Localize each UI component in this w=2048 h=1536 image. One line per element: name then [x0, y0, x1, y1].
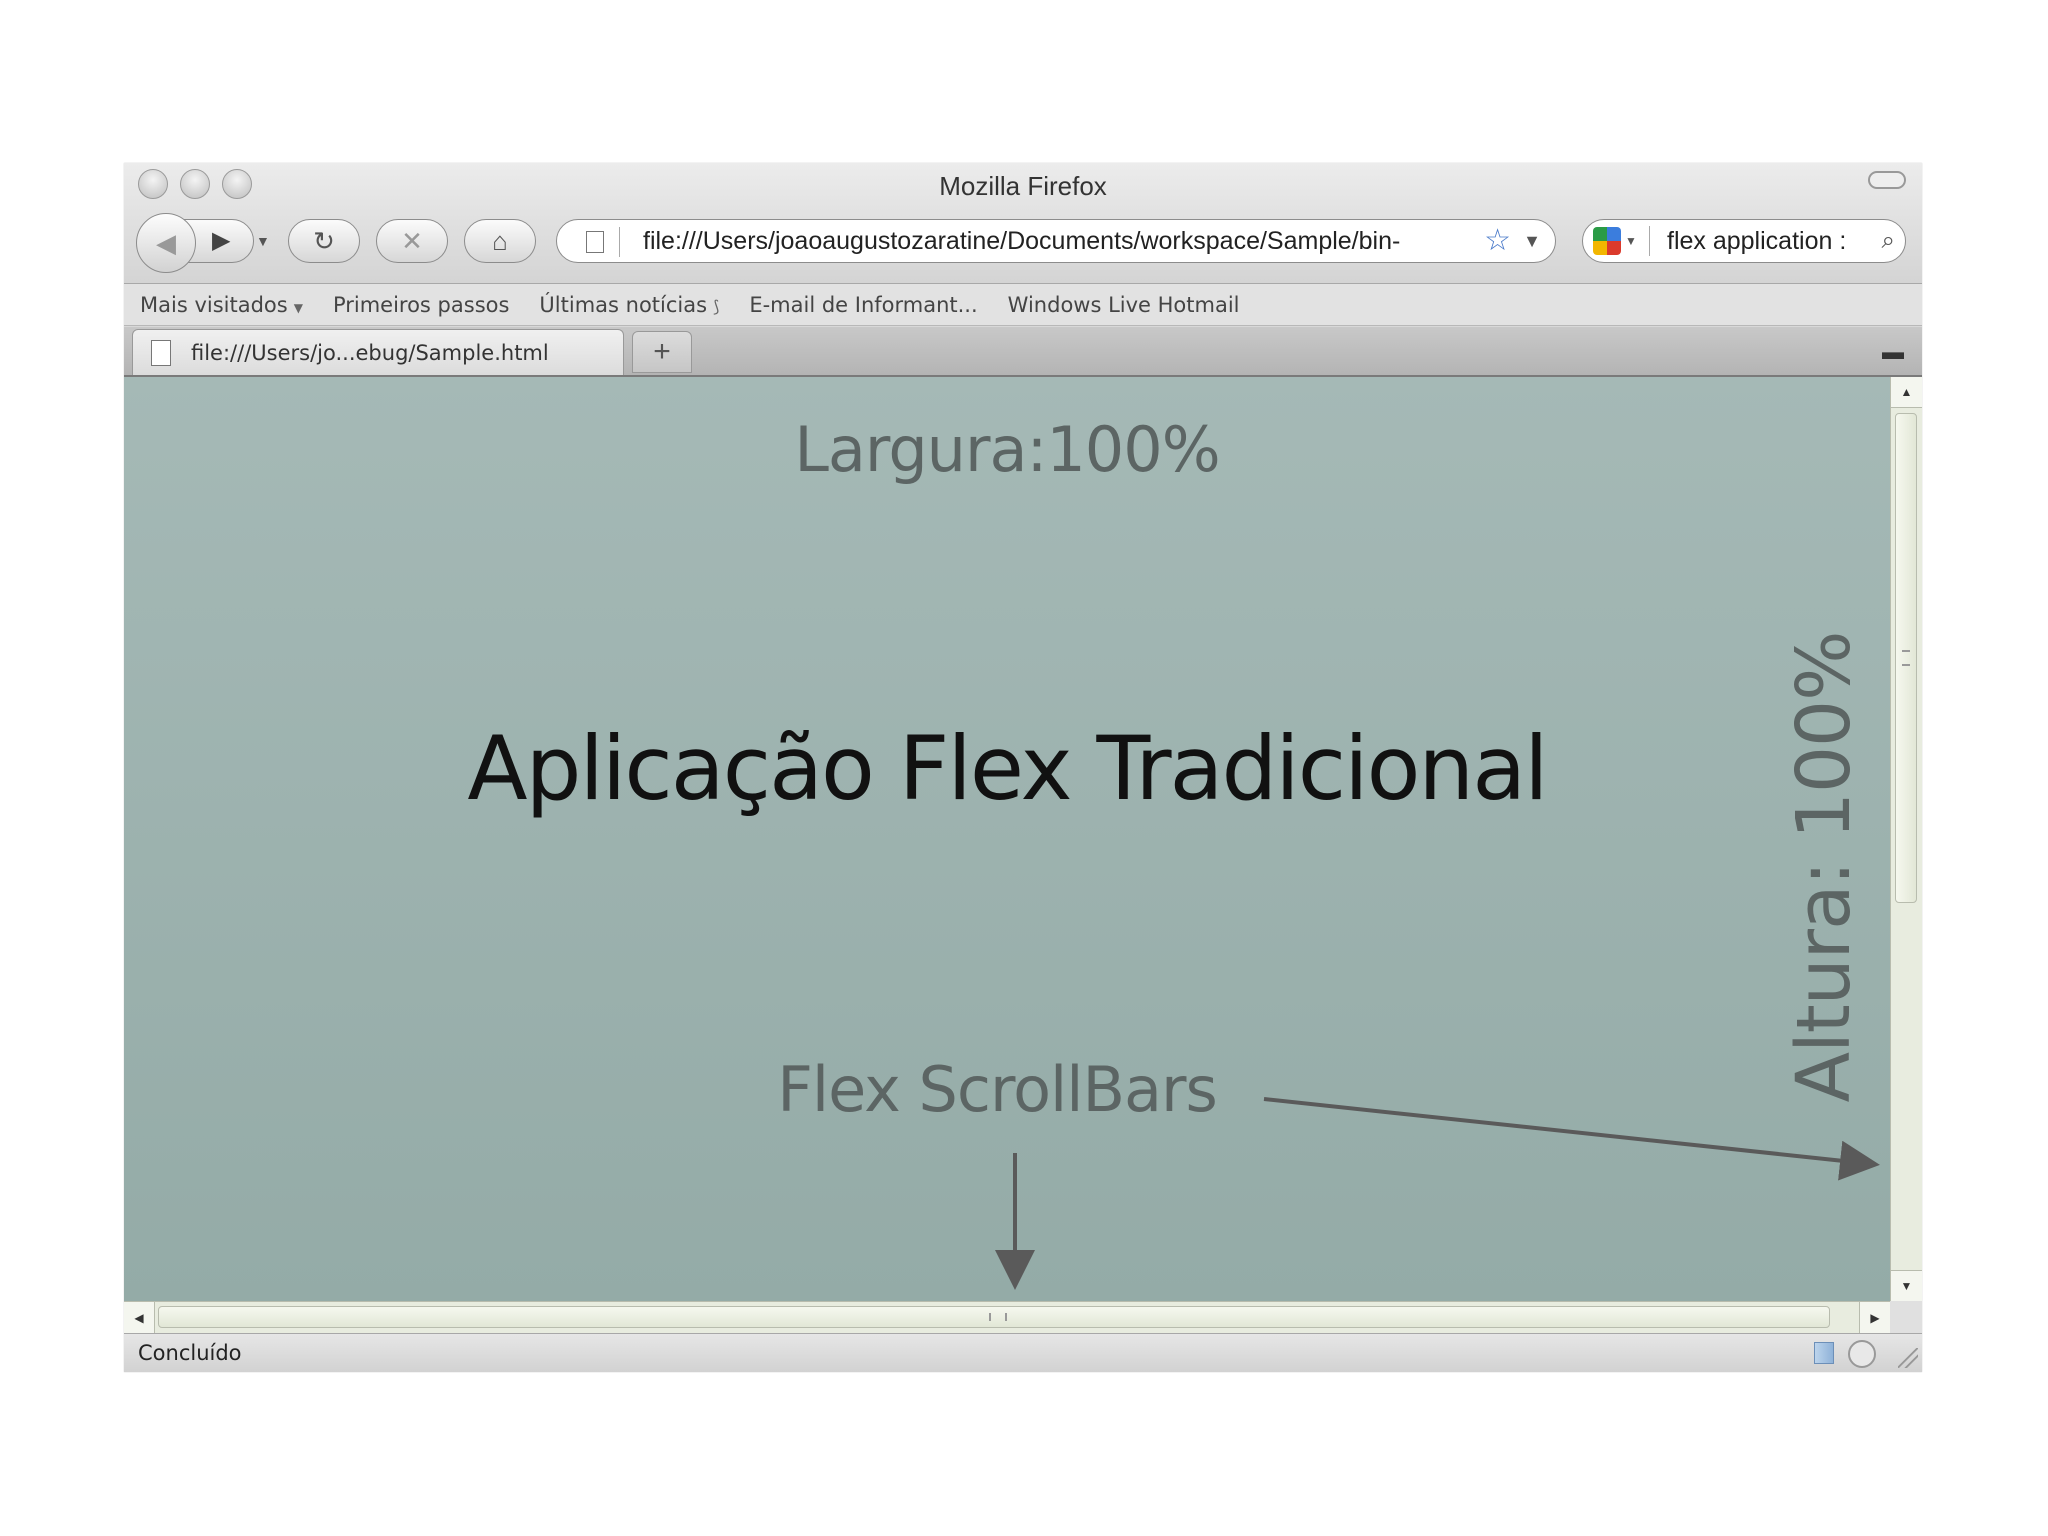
url-history-dropdown-icon[interactable]: ▼ [1523, 220, 1541, 262]
flex-application-area: Largura:100% Aplicação Flex Tradicional … [124, 377, 1890, 1301]
rss-feed-icon: ⟆ [713, 296, 720, 316]
scrollbars-label: Flex ScrollBars [777, 1053, 1218, 1126]
plus-icon: + [653, 335, 671, 368]
forward-button[interactable]: ▶ [212, 219, 230, 263]
bookmark-mais-visitados[interactable]: Mais visitados ▼ [140, 293, 303, 317]
home-button[interactable]: ⌂ [464, 219, 536, 263]
tab-label: file:///Users/jo...ebug/Sample.html [191, 340, 549, 365]
back-button[interactable]: ◀ [136, 213, 196, 273]
vertical-scrollbar[interactable]: ▲ ▼ [1890, 377, 1922, 1301]
bookmark-ultimas-noticias[interactable]: Últimas notícias ⟆ [539, 293, 719, 317]
engine-dropdown-icon: ▼ [1625, 234, 1637, 248]
reload-button[interactable]: ↻ [288, 219, 360, 263]
vertical-scroll-thumb[interactable] [1895, 413, 1917, 903]
scroll-right-arrow-icon[interactable]: ▶ [1859, 1302, 1890, 1333]
bookmark-sidebar-icon[interactable] [1814, 1342, 1834, 1364]
tab-strip: file:///Users/jo...ebug/Sample.html + ▬ [124, 327, 1922, 377]
new-tab-button[interactable]: + [632, 331, 692, 373]
scrollbar-corner [1890, 1301, 1922, 1333]
bookmark-label: E-mail de Informant... [749, 292, 978, 317]
resize-grip-icon[interactable] [1898, 1348, 1918, 1368]
stop-icon: ✕ [401, 225, 423, 256]
list-all-tabs-button[interactable]: ▬ [1874, 335, 1912, 369]
bookmark-email-informant[interactable]: E-mail de Informant... [749, 293, 977, 317]
search-input[interactable]: flex application : [1667, 220, 1867, 262]
url-bar[interactable]: file:///Users/joaoaugustozaratine/Docume… [556, 219, 1556, 263]
grip-icon [989, 1313, 1007, 1321]
toolbar-area: Mozilla Firefox ◀ ▶ ▼ ↻ ✕ ⌂ file:///User… [124, 163, 1922, 284]
addon-status-icon[interactable] [1848, 1340, 1876, 1368]
search-icon[interactable]: ⌕ [1882, 220, 1895, 262]
scroll-up-arrow-icon[interactable]: ▲ [1891, 377, 1922, 408]
bookmark-label: Mais visitados [140, 292, 288, 317]
window-title: Mozilla Firefox [939, 171, 1107, 201]
search-engine-selector[interactable]: ▼ [1593, 226, 1650, 256]
status-bar: Concluído [124, 1333, 1922, 1372]
reload-icon: ↻ [313, 225, 335, 256]
grip-icon [1902, 650, 1910, 666]
document-icon [151, 339, 171, 366]
horizontal-scroll-thumb[interactable] [158, 1306, 1830, 1328]
bookmark-label: Primeiros passos [332, 292, 510, 317]
status-text: Concluído [138, 1341, 242, 1365]
scroll-down-arrow-icon[interactable]: ▼ [1891, 1270, 1922, 1301]
bookmark-primeiros-passos[interactable]: Primeiros passos [333, 293, 509, 317]
horizontal-scrollbar[interactable]: ◀ ▶ [124, 1301, 1890, 1333]
toolbar-toggle-button[interactable] [1868, 171, 1906, 189]
scroll-left-arrow-icon[interactable]: ◀ [124, 1302, 155, 1333]
bookmark-label: Últimas notícias [539, 292, 708, 317]
url-input[interactable]: file:///Users/joaoaugustozaratine/Docume… [643, 220, 1463, 262]
bookmarks-toolbar: Mais visitados ▼ Primeiros passos Últimas… [124, 284, 1922, 326]
tab-sample-html[interactable]: file:///Users/jo...ebug/Sample.html [132, 329, 624, 375]
browser-window: Mozilla Firefox ◀ ▶ ▼ ↻ ✕ ⌂ file:///User… [124, 163, 1922, 1372]
bookmark-star-icon[interactable]: ☆ [1484, 220, 1511, 262]
history-dropdown-icon[interactable]: ▼ [256, 219, 270, 263]
document-icon [586, 231, 604, 253]
google-icon [1593, 227, 1621, 255]
height-label: Altura: 100% [1781, 631, 1867, 1103]
bookmark-label: Windows Live Hotmail [1007, 292, 1240, 317]
bookmark-windows-live-hotmail[interactable]: Windows Live Hotmail [1008, 293, 1240, 317]
tab-list-icon: ▬ [1882, 339, 1904, 364]
page-identity-icon[interactable] [571, 227, 620, 257]
chevron-down-icon: ▼ [293, 300, 303, 315]
search-bar[interactable]: ▼ flex application : ⌕ [1582, 219, 1906, 263]
home-icon: ⌂ [492, 225, 508, 256]
width-label: Largura:100% [794, 413, 1220, 486]
back-arrow-icon: ◀ [156, 227, 176, 258]
main-title: Aplicação Flex Tradicional [467, 717, 1548, 820]
stop-button[interactable]: ✕ [376, 219, 448, 263]
annotation-arrows [995, 1097, 1880, 1290]
